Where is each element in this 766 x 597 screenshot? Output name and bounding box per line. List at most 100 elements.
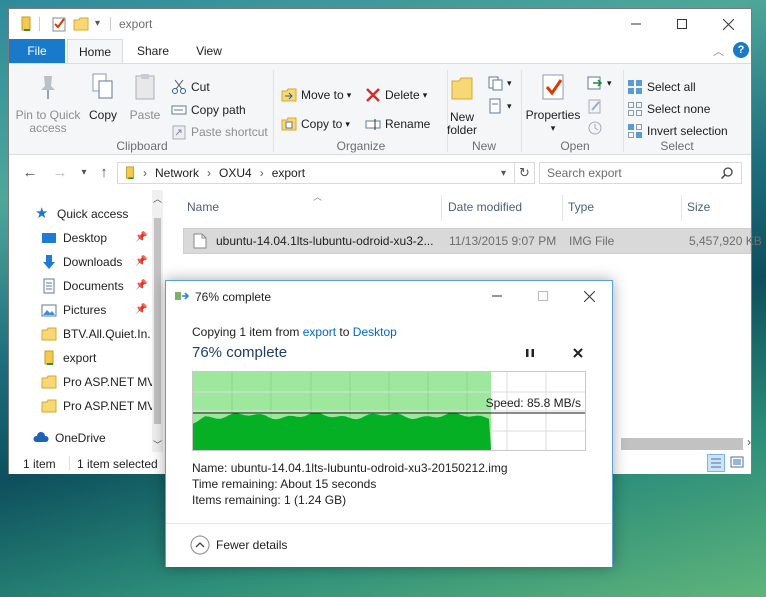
destination-link[interactable]: Desktop: [353, 325, 397, 339]
forward-button[interactable]: →: [51, 164, 69, 182]
maximize-button[interactable]: [659, 9, 705, 39]
breadcrumb-network[interactable]: Network: [155, 166, 199, 180]
column-header-date[interactable]: Date modified: [448, 200, 522, 214]
column-header-name[interactable]: Name: [187, 200, 219, 214]
collapse-ribbon-icon[interactable]: ︿: [713, 43, 724, 59]
nav-quick-access[interactable]: ★ Quick access: [9, 202, 154, 226]
customize-toolbar-icon[interactable]: ▾: [95, 18, 100, 29]
new-folder-icon[interactable]: [73, 16, 89, 32]
details-view-icon: [711, 458, 721, 468]
help-icon[interactable]: ?: [733, 42, 749, 58]
cancel-button[interactable]: [570, 345, 586, 361]
nav-item-documents[interactable]: Documents 📌: [9, 274, 154, 298]
column-header-type[interactable]: Type: [568, 200, 594, 214]
nav-item-downloads[interactable]: Downloads 📌: [9, 250, 154, 274]
nav-item-desktop[interactable]: Desktop 📌: [9, 226, 154, 250]
cancel-x-icon: [573, 348, 583, 358]
scroll-up-icon[interactable]: ︿: [153, 192, 162, 205]
copy-to-button[interactable]: Copy to ▾: [281, 113, 350, 135]
breadcrumb-export[interactable]: export: [272, 166, 305, 180]
nav-item-btv[interactable]: BTV.All.Quiet.In.: [9, 322, 154, 346]
tab-view[interactable]: View: [183, 39, 235, 63]
pin-icon[interactable]: 📌: [135, 256, 147, 268]
nav-item-pro-asp-2[interactable]: Pro ASP.NET MV: [9, 394, 154, 418]
dialog-maximize-button[interactable]: [520, 281, 566, 311]
select-all-icon: [628, 80, 642, 94]
column-header-size[interactable]: Size: [687, 200, 710, 214]
scroll-right-icon[interactable]: ›: [747, 435, 751, 449]
refresh-icon[interactable]: ↻: [515, 162, 535, 184]
easy-access-button[interactable]: ▾: [487, 95, 512, 117]
select-all-button[interactable]: Select all: [627, 76, 696, 98]
chevron-right-icon: ›: [207, 166, 212, 180]
copy-button[interactable]: Copy: [85, 72, 121, 122]
name-label: Name:: [192, 461, 228, 475]
close-button[interactable]: [705, 9, 751, 39]
document-icon: [43, 278, 55, 294]
cut-button[interactable]: Cut: [171, 76, 210, 98]
tab-home[interactable]: Home: [67, 39, 123, 63]
tab-share[interactable]: Share: [127, 39, 179, 63]
delete-button[interactable]: Delete ▾: [365, 84, 427, 106]
up-button[interactable]: ↑: [95, 164, 113, 182]
column-separator[interactable]: [681, 195, 682, 221]
folder-properties-icon[interactable]: [18, 16, 34, 32]
search-icon: [721, 167, 733, 179]
address-box[interactable]: › Network › OXU4 › export ▾: [117, 162, 515, 184]
table-row[interactable]: ubuntu-14.04.1lts-lubuntu-odroid-xu3-2..…: [183, 228, 762, 254]
details-view-button[interactable]: [707, 454, 725, 472]
pin-icon[interactable]: 📌: [135, 304, 147, 316]
column-separator[interactable]: [441, 195, 442, 221]
pin-icon[interactable]: 📌: [135, 232, 147, 244]
paste-button[interactable]: Paste: [127, 72, 163, 122]
nav-item-pro-asp-1[interactable]: Pro ASP.NET MV: [9, 370, 154, 394]
new-item-button[interactable]: ▾: [487, 72, 512, 94]
status-item-count: 1 item: [23, 457, 56, 471]
select-none-button[interactable]: Select none: [627, 98, 710, 120]
nav-item-export[interactable]: export: [9, 346, 154, 370]
minimize-button[interactable]: [613, 9, 659, 39]
properties-button[interactable]: Properties ▾: [524, 72, 582, 135]
nav-onedrive[interactable]: OneDrive: [9, 426, 154, 450]
address-dropdown-icon[interactable]: ▾: [501, 168, 506, 179]
paste-icon: [135, 74, 155, 100]
source-link[interactable]: export: [303, 325, 336, 339]
dialog-minimize-button[interactable]: [474, 281, 520, 311]
new-folder-button[interactable]: New folder: [441, 74, 483, 137]
fewer-details-button[interactable]: Fewer details: [190, 535, 287, 555]
copy-transfer-icon: [175, 292, 190, 300]
horizontal-scroll-thumb[interactable]: [621, 438, 743, 450]
edit-button[interactable]: [587, 95, 607, 117]
dialog-title-bar: 76% complete: [166, 281, 612, 311]
tab-file[interactable]: File: [9, 39, 65, 63]
open-button[interactable]: ▾: [587, 72, 612, 94]
breadcrumb-oxu4[interactable]: OXU4: [219, 166, 252, 180]
back-button[interactable]: ←: [21, 164, 39, 182]
copy-label: Copy: [88, 108, 117, 122]
nav-scrollbar[interactable]: ︿ ﹀: [152, 190, 163, 452]
rename-button[interactable]: Rename: [365, 113, 430, 135]
history-button[interactable]: [587, 117, 607, 139]
large-icons-view-icon: [730, 456, 744, 468]
pause-button[interactable]: [522, 345, 538, 361]
pin-to-quick-access-button[interactable]: Pin to Quick access: [15, 72, 81, 135]
open-icon: [587, 76, 603, 90]
dropdown-arrow-icon: ▾: [345, 118, 350, 129]
desktop-icon: [42, 233, 56, 243]
recent-locations-icon[interactable]: ▾: [75, 164, 93, 182]
nav-item-pictures[interactable]: Pictures 📌: [9, 298, 154, 322]
to-text: to: [339, 325, 350, 339]
scroll-down-icon[interactable]: ﹀: [153, 438, 162, 451]
pin-icon[interactable]: 📌: [135, 280, 147, 292]
time-remaining-value: About 15 seconds: [280, 477, 377, 491]
scroll-thumb[interactable]: [154, 218, 161, 424]
large-icons-view-button[interactable]: [729, 454, 747, 472]
move-to-button[interactable]: Move to ▾: [281, 84, 351, 106]
dialog-close-button[interactable]: [566, 281, 612, 311]
nav-label: export: [63, 351, 97, 365]
column-separator[interactable]: [562, 195, 563, 221]
copy-path-button[interactable]: Copy path: [171, 99, 246, 121]
properties-checkmark-icon[interactable]: [51, 16, 67, 32]
rename-label: Rename: [385, 117, 431, 131]
search-input[interactable]: Search export: [539, 162, 742, 184]
